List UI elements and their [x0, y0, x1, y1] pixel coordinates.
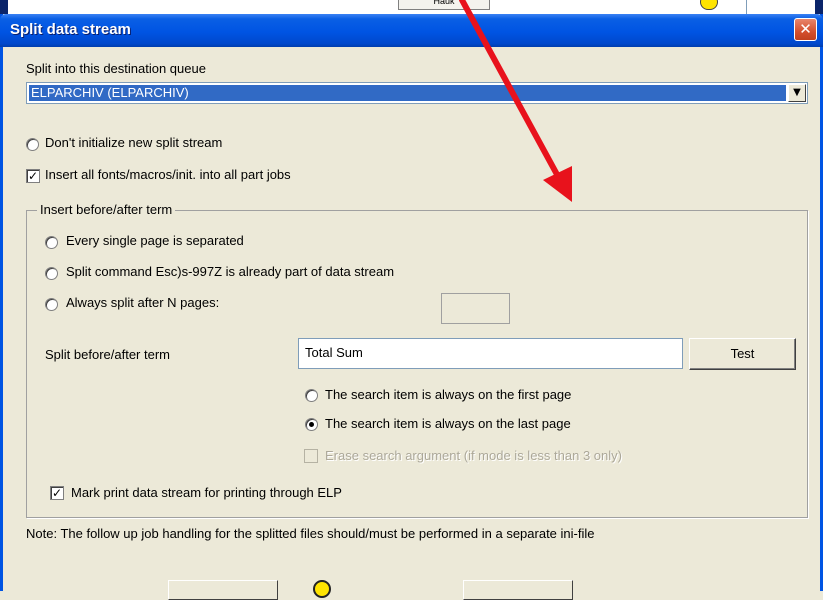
- dialog-title: Split data stream: [10, 21, 131, 38]
- always-split-label: Always split after N pages:: [66, 295, 220, 310]
- ok-button[interactable]: [168, 580, 278, 600]
- background-window-strip: Hauk: [0, 0, 823, 14]
- highlight-marker: [313, 580, 331, 598]
- cancel-button[interactable]: [463, 580, 573, 600]
- title-bar[interactable]: Split data stream ✕: [0, 14, 823, 47]
- destination-queue-select[interactable]: ELPARCHIV (ELPARCHIV) ▼: [26, 82, 808, 104]
- mark-print-label: Mark print data stream for printing thro…: [71, 485, 342, 500]
- first-page-radio[interactable]: [305, 389, 318, 402]
- split-command-label: Split command Esc)s-997Z is already part…: [66, 264, 395, 279]
- always-split-radio[interactable]: [45, 298, 58, 311]
- background-edge-right: [815, 0, 823, 14]
- dont-initialize-radio[interactable]: [26, 138, 39, 151]
- erase-search-checkbox[interactable]: [304, 449, 318, 463]
- insert-fonts-checkbox[interactable]: ✓: [26, 169, 40, 183]
- every-page-radio[interactable]: [45, 236, 58, 249]
- test-button[interactable]: Test: [689, 338, 796, 370]
- split-command-radio[interactable]: [45, 267, 58, 280]
- close-button[interactable]: ✕: [794, 18, 817, 41]
- background-button: Hauk: [398, 0, 490, 10]
- term-label: Split before/after term: [45, 347, 170, 362]
- last-page-label: The search item is always on the last pa…: [325, 416, 571, 431]
- last-page-radio[interactable]: [305, 418, 318, 431]
- n-pages-field[interactable]: [441, 293, 510, 324]
- close-icon: ✕: [799, 20, 812, 38]
- term-input[interactable]: Total Sum: [298, 338, 683, 369]
- footer-note: Note: The follow up job handling for the…: [26, 526, 595, 541]
- dont-initialize-label: Don't initialize new split stream: [45, 135, 223, 150]
- background-panel: [746, 0, 816, 14]
- insert-fonts-label: Insert all fonts/macros/init. into all p…: [45, 167, 291, 182]
- destination-queue-value: ELPARCHIV (ELPARCHIV): [29, 85, 786, 101]
- chevron-down-icon[interactable]: ▼: [788, 84, 806, 102]
- erase-search-label: Erase search argument (if mode is less t…: [325, 448, 622, 463]
- group-legend: Insert before/after term: [37, 202, 176, 217]
- destination-label: Split into this destination queue: [26, 61, 206, 76]
- every-page-label: Every single page is separated: [66, 233, 244, 248]
- background-marker: [700, 0, 718, 10]
- background-edge-left: [0, 0, 8, 14]
- first-page-label: The search item is always on the first p…: [325, 387, 572, 402]
- mark-print-checkbox[interactable]: ✓: [50, 486, 64, 500]
